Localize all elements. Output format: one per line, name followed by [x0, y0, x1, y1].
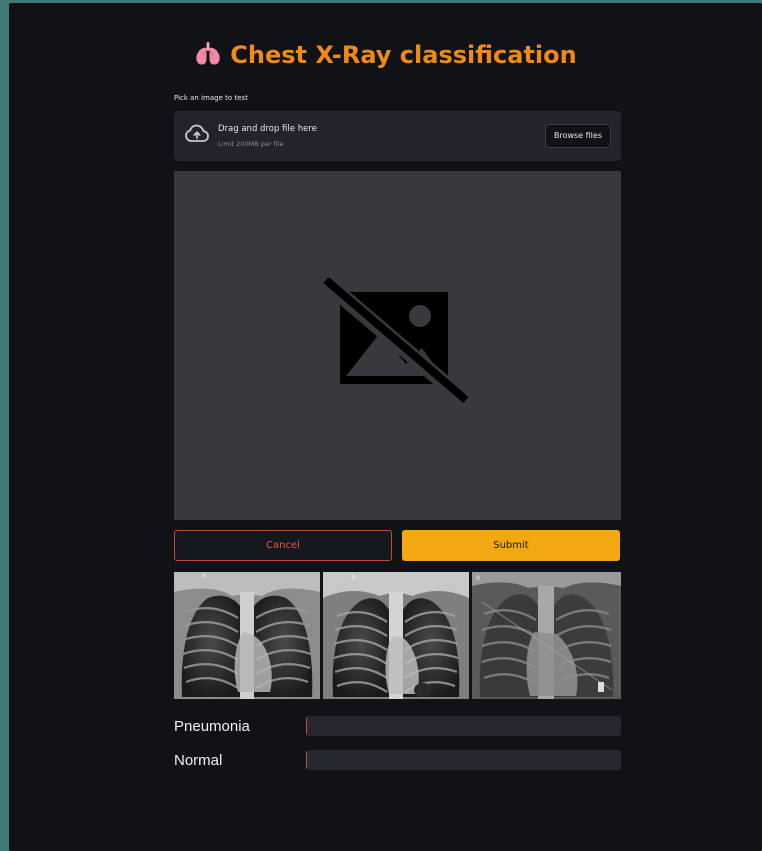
uploader-label: Pick an image to test — [174, 94, 248, 102]
xray-marker-2: R — [351, 574, 356, 582]
page-title: Chest X-Ray classification — [9, 40, 762, 73]
example-xray-2[interactable]: R — [323, 572, 469, 699]
result-bar-fill-pneumonia — [306, 716, 307, 736]
result-bar-fill-normal — [306, 750, 307, 770]
file-uploader-dropzone[interactable]: Drag and drop file here Limit 200MB per … — [174, 111, 621, 161]
cancel-button[interactable]: Cancel — [174, 530, 392, 561]
example-xray-3[interactable]: R — [472, 572, 621, 699]
submit-button[interactable]: Submit — [402, 530, 620, 561]
example-images: R R R — [174, 572, 621, 699]
result-label-pneumonia: Pneumonia — [174, 718, 250, 735]
dropzone-limit: Limit 200MB per file — [218, 140, 284, 148]
result-bar-normal — [306, 750, 621, 770]
cloud-upload-icon — [185, 124, 209, 148]
broken-image-icon — [322, 278, 468, 405]
image-preview — [174, 171, 621, 520]
xray-marker-3: R — [476, 575, 480, 582]
example-xray-1[interactable]: R — [174, 572, 320, 699]
result-bar-pneumonia — [306, 716, 621, 736]
page-title-text: Chest X-Ray classification — [230, 41, 577, 69]
app-frame: Chest X-Ray classification Pick an image… — [9, 3, 762, 851]
lungs-icon — [194, 42, 222, 73]
dropzone-instructions: Drag and drop file here — [218, 124, 317, 134]
browse-files-button[interactable]: Browse files — [544, 124, 611, 148]
result-label-normal: Normal — [174, 752, 223, 769]
xray-marker-1: R — [202, 573, 206, 580]
